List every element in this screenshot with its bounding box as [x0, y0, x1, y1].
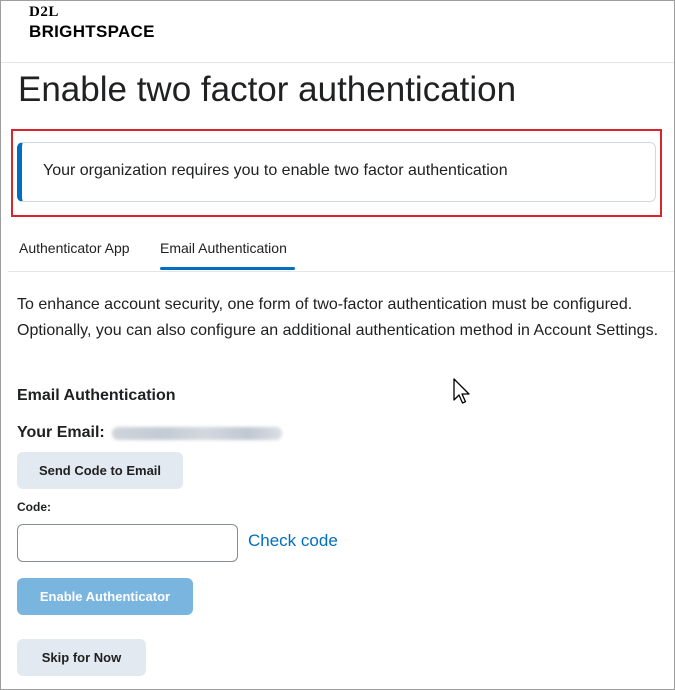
enable-authenticator-button[interactable]: Enable Authenticator — [17, 578, 193, 615]
info-alert: Your organization requires you to enable… — [17, 142, 656, 202]
page-title: Enable two factor authentication — [18, 70, 517, 109]
logo-d2l: D2L — [29, 4, 59, 20]
skip-for-now-button[interactable]: Skip for Now — [17, 639, 146, 676]
tab-selected-indicator — [160, 267, 295, 270]
send-code-button[interactable]: Send Code to Email — [17, 452, 183, 489]
intro-text: To enhance account security, one form of… — [17, 296, 659, 339]
header: D2L BRIGHTSPACE — [1, 1, 674, 63]
code-input[interactable] — [17, 524, 238, 562]
check-code-link[interactable]: Check code — [248, 531, 338, 551]
logo-brightspace: BRIGHTSPACE — [29, 22, 155, 41]
email-value-redacted — [111, 426, 282, 440]
email-row: Your Email: — [17, 424, 282, 442]
email-label: Your Email: — [17, 424, 105, 441]
mouse-pointer-icon — [453, 378, 470, 404]
code-label: Code: — [17, 500, 51, 514]
tab-email-authentication[interactable]: Email Authentication — [160, 240, 287, 256]
alert-message: Your organization requires you to enable… — [43, 162, 508, 179]
section-title: Email Authentication — [17, 387, 176, 404]
tab-list: Authenticator App Email Authentication — [8, 228, 674, 272]
tab-authenticator-app[interactable]: Authenticator App — [19, 240, 130, 256]
